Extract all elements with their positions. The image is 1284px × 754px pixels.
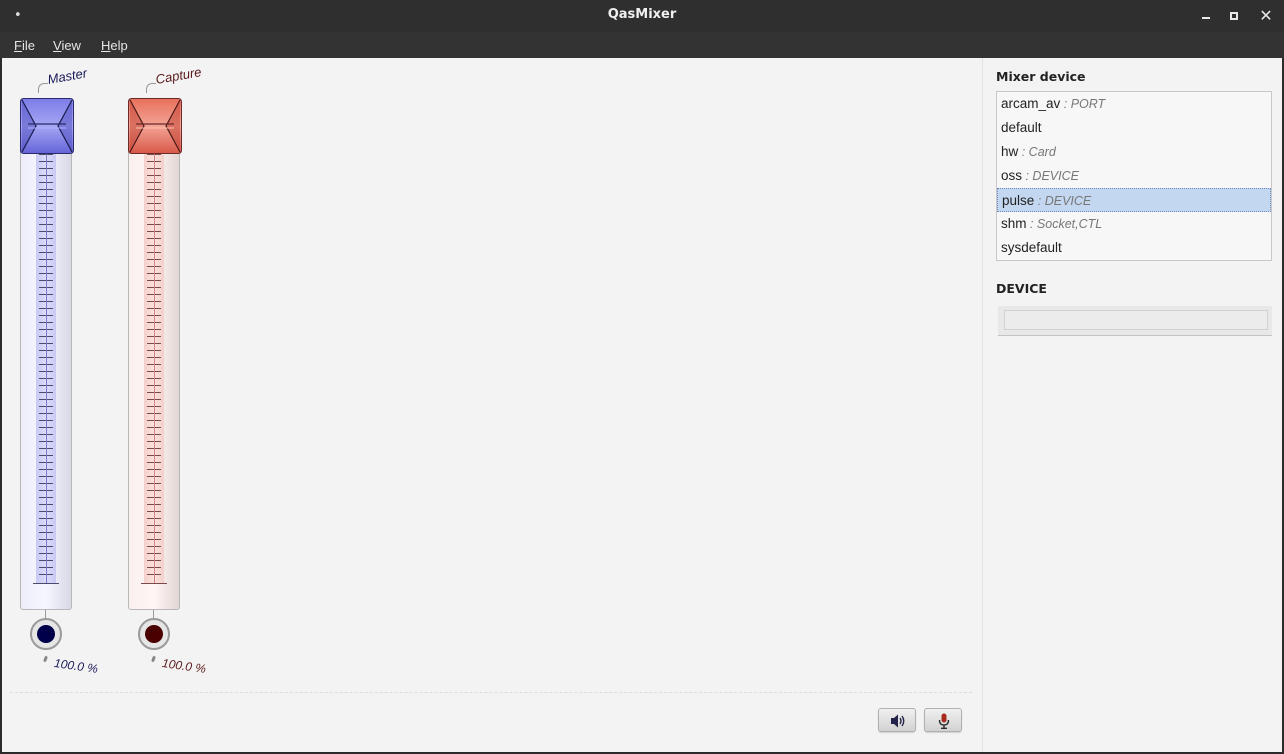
device-type: : Socket,CTL	[1026, 217, 1103, 231]
device-type: : Card	[1018, 145, 1056, 159]
device-name: hw	[1001, 144, 1019, 159]
playback-button[interactable]	[878, 708, 916, 732]
menu-file[interactable]: File	[14, 38, 35, 53]
capture-knob-pin	[151, 655, 156, 663]
device-type: : DEVICE	[1034, 194, 1092, 208]
maximize-icon	[1230, 12, 1238, 20]
capture-slider-axis	[154, 129, 155, 583]
device-name: default	[1001, 120, 1042, 135]
device-item-pulse[interactable]: pulse : DEVICE	[997, 188, 1271, 212]
mixer-separator	[10, 692, 972, 693]
master-slider-label: Master	[46, 65, 89, 87]
device-name: shm	[1001, 216, 1027, 231]
capture-knob-stem	[153, 610, 154, 618]
capture-value-label: 100.0 %	[161, 656, 207, 676]
master-slider-baseline	[33, 583, 59, 584]
master-knob-pin	[43, 655, 48, 663]
microphone-icon	[938, 713, 950, 729]
menu-help[interactable]: Help	[101, 38, 128, 53]
close-icon: ✕	[1259, 6, 1273, 25]
device-section-title: DEVICE	[996, 281, 1047, 296]
master-slider-axis	[46, 129, 47, 583]
menu-file-accel: F	[14, 38, 22, 53]
speaker-icon	[891, 714, 905, 728]
device-item-hw[interactable]: hw : Card	[997, 140, 1271, 164]
device-name: arcam_av	[1001, 96, 1061, 111]
master-balance-knob[interactable]	[30, 618, 62, 650]
maximize-button[interactable]	[1224, 6, 1244, 26]
menu-help-label: elp	[110, 38, 128, 53]
device-type: : PORT	[1060, 97, 1106, 111]
minimize-icon	[1202, 17, 1210, 19]
master-knob-core	[37, 625, 55, 643]
device-item-default[interactable]: default	[997, 116, 1271, 140]
device-type: : DEVICE	[1022, 169, 1079, 183]
device-name: sysdefault	[1001, 240, 1062, 255]
master-knob-stem	[45, 610, 46, 618]
menu-file-label: ile	[21, 38, 35, 53]
device-name: oss	[1001, 168, 1023, 183]
capture-knob-core	[145, 625, 163, 643]
close-button[interactable]: ✕	[1256, 6, 1276, 26]
menu-view[interactable]: View	[53, 38, 81, 53]
capture-label-connector	[146, 83, 156, 93]
menu-help-accel: H	[101, 38, 111, 53]
capture-slider-handle[interactable]	[128, 98, 182, 154]
mixer-device-list[interactable]: arcam_av : PORT default hw : Card oss : …	[996, 91, 1272, 261]
device-item-arcam-av[interactable]: arcam_av : PORT	[997, 92, 1271, 116]
device-item-oss[interactable]: oss : DEVICE	[997, 164, 1271, 188]
minimize-button[interactable]	[1196, 6, 1216, 26]
device-item-shm[interactable]: shm : Socket,CTL	[997, 212, 1271, 236]
device-controls-area	[998, 306, 1272, 336]
title-bar: • QasMixer ✕	[0, 0, 1284, 32]
main-content: Master 100.0 % Capture 100.0 % Mixer dev…	[2, 58, 1282, 752]
capture-balance-knob[interactable]	[138, 618, 170, 650]
device-item-sysdefault[interactable]: sysdefault	[997, 236, 1271, 260]
menu-view-label: iew	[61, 38, 81, 53]
capture-volume-slider[interactable]	[128, 98, 180, 610]
master-slider-handle[interactable]	[20, 98, 74, 154]
master-value-label: 100.0 %	[53, 656, 99, 676]
menu-bar: File View Help	[0, 32, 1284, 58]
capture-slider-baseline	[141, 583, 167, 584]
device-name: pulse	[1002, 193, 1035, 208]
device-field[interactable]	[1004, 310, 1268, 330]
capture-slider-label: Capture	[154, 64, 203, 87]
mixer-device-title: Mixer device	[996, 69, 1086, 84]
master-volume-slider[interactable]	[20, 98, 72, 610]
capture-button[interactable]	[924, 708, 962, 732]
window-title: QasMixer	[607, 7, 677, 22]
master-label-connector	[38, 83, 48, 93]
panel-splitter[interactable]	[982, 58, 983, 752]
